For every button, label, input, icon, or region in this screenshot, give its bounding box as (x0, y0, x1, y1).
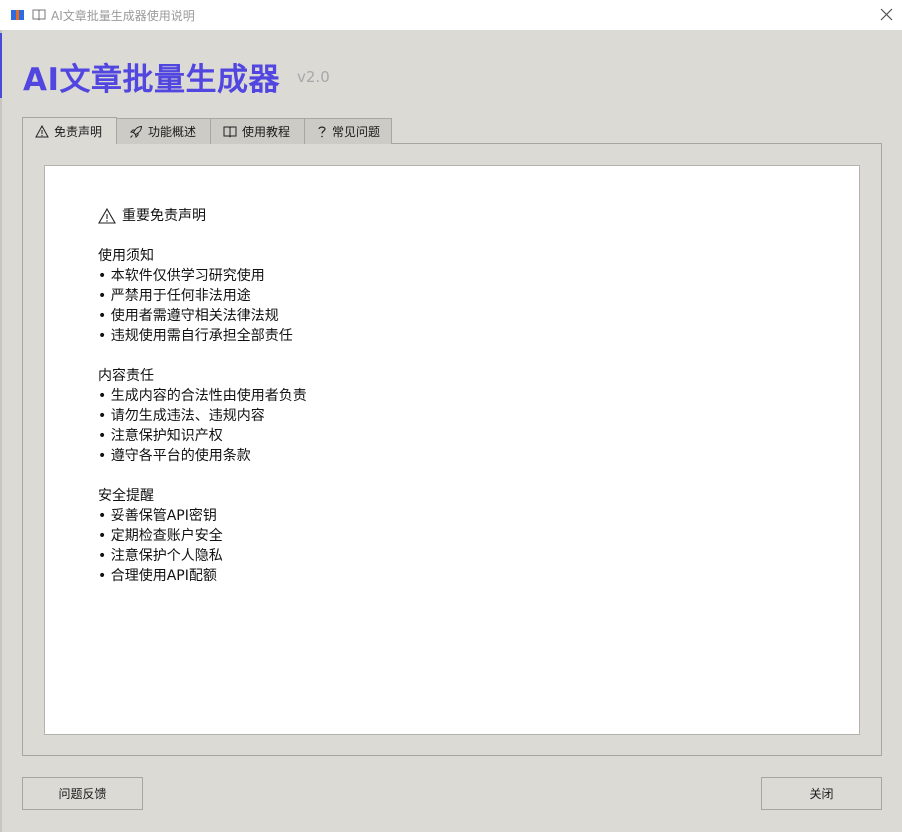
warning-icon (98, 208, 116, 224)
tab-label: 功能概述 (148, 125, 197, 139)
page-title: AI文章批量生成器 (23, 62, 281, 98)
list-item: • 遵守各平台的使用条款 (98, 448, 251, 464)
tab-disclaimer[interactable]: 免责声明 (22, 117, 117, 144)
list-item: • 定期检查账户安全 (98, 528, 223, 544)
list-item: • 严禁用于任何非法用途 (98, 288, 251, 304)
section-heading: 内容责任 (98, 368, 154, 384)
tab-faq[interactable]: 常见问题 (304, 118, 392, 144)
window-edge (0, 30, 2, 832)
list-item: • 注意保护个人隐私 (98, 548, 223, 564)
section-heading: 安全提醒 (98, 488, 154, 504)
content-area[interactable]: 重要免责声明 使用须知 • 本软件仅供学习研究使用 • 严禁用于任何非法用途 •… (44, 165, 860, 735)
content-title-text: 重要免责声明 (122, 208, 206, 224)
tab-bar: 免责声明 功能概述 使用教程 常见问题 (22, 117, 392, 144)
disclaimer-text: 重要免责声明 使用须知 • 本软件仅供学习研究使用 • 严禁用于任何非法用途 •… (98, 206, 307, 606)
app-logo-icon (11, 10, 24, 20)
title-bar: AI文章批量生成器使用说明 (0, 0, 902, 30)
rocket-icon (129, 125, 143, 138)
section-content-responsibility: 内容责任 • 生成内容的合法性由使用者负责 • 请勿生成违法、违规内容 • 注意… (98, 366, 307, 466)
list-item: • 注意保护知识产权 (98, 428, 223, 444)
tab-features[interactable]: 功能概述 (116, 118, 211, 144)
feedback-button[interactable]: 问题反馈 (22, 777, 143, 810)
section-heading: 使用须知 (98, 248, 154, 264)
content-title: 重要免责声明 (98, 206, 307, 226)
book-icon (32, 9, 46, 21)
list-item: • 使用者需遵守相关法律法规 (98, 308, 279, 324)
section-security: 安全提醒 • 妥善保管API密钥 • 定期检查账户安全 • 注意保护个人隐私 •… (98, 486, 307, 586)
close-button[interactable]: 关闭 (761, 777, 882, 810)
warning-icon (35, 124, 49, 137)
question-icon (318, 126, 326, 137)
tab-label: 常见问题 (332, 125, 381, 139)
list-item: • 妥善保管API密钥 (98, 508, 217, 524)
window-edge-accent (0, 33, 2, 98)
tab-tutorial[interactable]: 使用教程 (210, 118, 305, 144)
version-label: v2.0 (297, 68, 330, 86)
list-item: • 请勿生成违法、违规内容 (98, 408, 265, 424)
book-icon (223, 126, 237, 138)
window-title: AI文章批量生成器使用说明 (51, 9, 195, 23)
close-icon[interactable] (878, 6, 895, 23)
tab-label: 免责声明 (54, 124, 103, 139)
list-item: • 违规使用需自行承担全部责任 (98, 328, 293, 344)
list-item: • 合理使用API配额 (98, 568, 217, 584)
list-item: • 生成内容的合法性由使用者负责 (98, 388, 307, 404)
list-item: • 本软件仅供学习研究使用 (98, 268, 265, 284)
section-usage: 使用须知 • 本软件仅供学习研究使用 • 严禁用于任何非法用途 • 使用者需遵守… (98, 246, 307, 346)
tab-label: 使用教程 (242, 125, 291, 139)
